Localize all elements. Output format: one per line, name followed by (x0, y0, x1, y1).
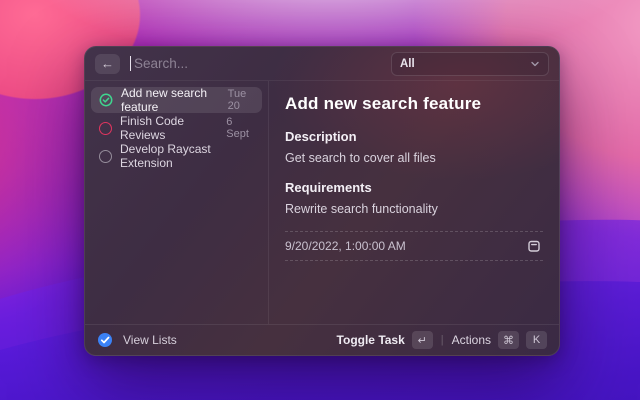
due-date-field[interactable]: 9/20/2022, 1:00:00 AM (285, 232, 543, 261)
calendar-icon[interactable] (527, 239, 541, 253)
section-body: Rewrite search functionality (285, 202, 543, 216)
task-row-add-new-search-feature[interactable]: Add new search feature Tue 20 (91, 87, 262, 113)
action-bar: View Lists Toggle Task ↵ | Actions ⌘ K (85, 324, 559, 355)
text-caret (130, 56, 131, 71)
task-label: Develop Raycast Extension (120, 142, 246, 170)
command-title: View Lists (123, 333, 177, 347)
command-key-icon: ⌘ (498, 331, 519, 349)
actions-button[interactable]: Actions (452, 333, 491, 347)
detail-section-description: Description Get search to cover all file… (285, 129, 543, 165)
task-date: Tue 20 (228, 88, 254, 112)
check-circle-icon (99, 93, 113, 107)
task-label: Finish Code Reviews (120, 114, 218, 142)
view-lists-icon (97, 332, 113, 348)
task-date: 6 Sept (226, 116, 254, 140)
circle-icon (99, 122, 112, 135)
search-input[interactable] (134, 56, 381, 71)
task-label: Add new search feature (121, 86, 220, 114)
chevron-down-icon (530, 59, 540, 69)
detail-title: Add new search feature (285, 94, 543, 114)
detail-section-requirements: Requirements Rewrite search functionalit… (285, 180, 543, 216)
back-arrow-icon: ← (101, 57, 114, 70)
search-bar: ← All (85, 47, 559, 81)
filter-dropdown[interactable]: All (391, 52, 549, 76)
section-body: Get search to cover all files (285, 151, 543, 165)
k-key-icon: K (526, 331, 547, 349)
return-key-icon: ↵ (412, 331, 433, 349)
back-button[interactable]: ← (95, 54, 120, 74)
search-field-wrap (130, 47, 381, 80)
raycast-window: ← All Add new search feature Tue 20 (84, 46, 560, 356)
task-list: Add new search feature Tue 20 Finish Cod… (85, 81, 269, 324)
toggle-task-button[interactable]: Toggle Task (337, 333, 405, 347)
task-row-develop-raycast-extension[interactable]: Develop Raycast Extension (91, 143, 262, 169)
content-area: Add new search feature Tue 20 Finish Cod… (85, 81, 559, 324)
filter-dropdown-value: All (400, 58, 415, 70)
task-detail: Add new search feature Description Get s… (269, 81, 559, 324)
due-date-value: 9/20/2022, 1:00:00 AM (285, 239, 406, 253)
task-row-finish-code-reviews[interactable]: Finish Code Reviews 6 Sept (91, 115, 262, 141)
footer-separator: | (440, 334, 445, 346)
shortcut-hints: Toggle Task ↵ | Actions ⌘ K (337, 331, 547, 349)
section-heading: Description (285, 129, 543, 144)
section-heading: Requirements (285, 180, 543, 195)
circle-icon (99, 150, 112, 163)
